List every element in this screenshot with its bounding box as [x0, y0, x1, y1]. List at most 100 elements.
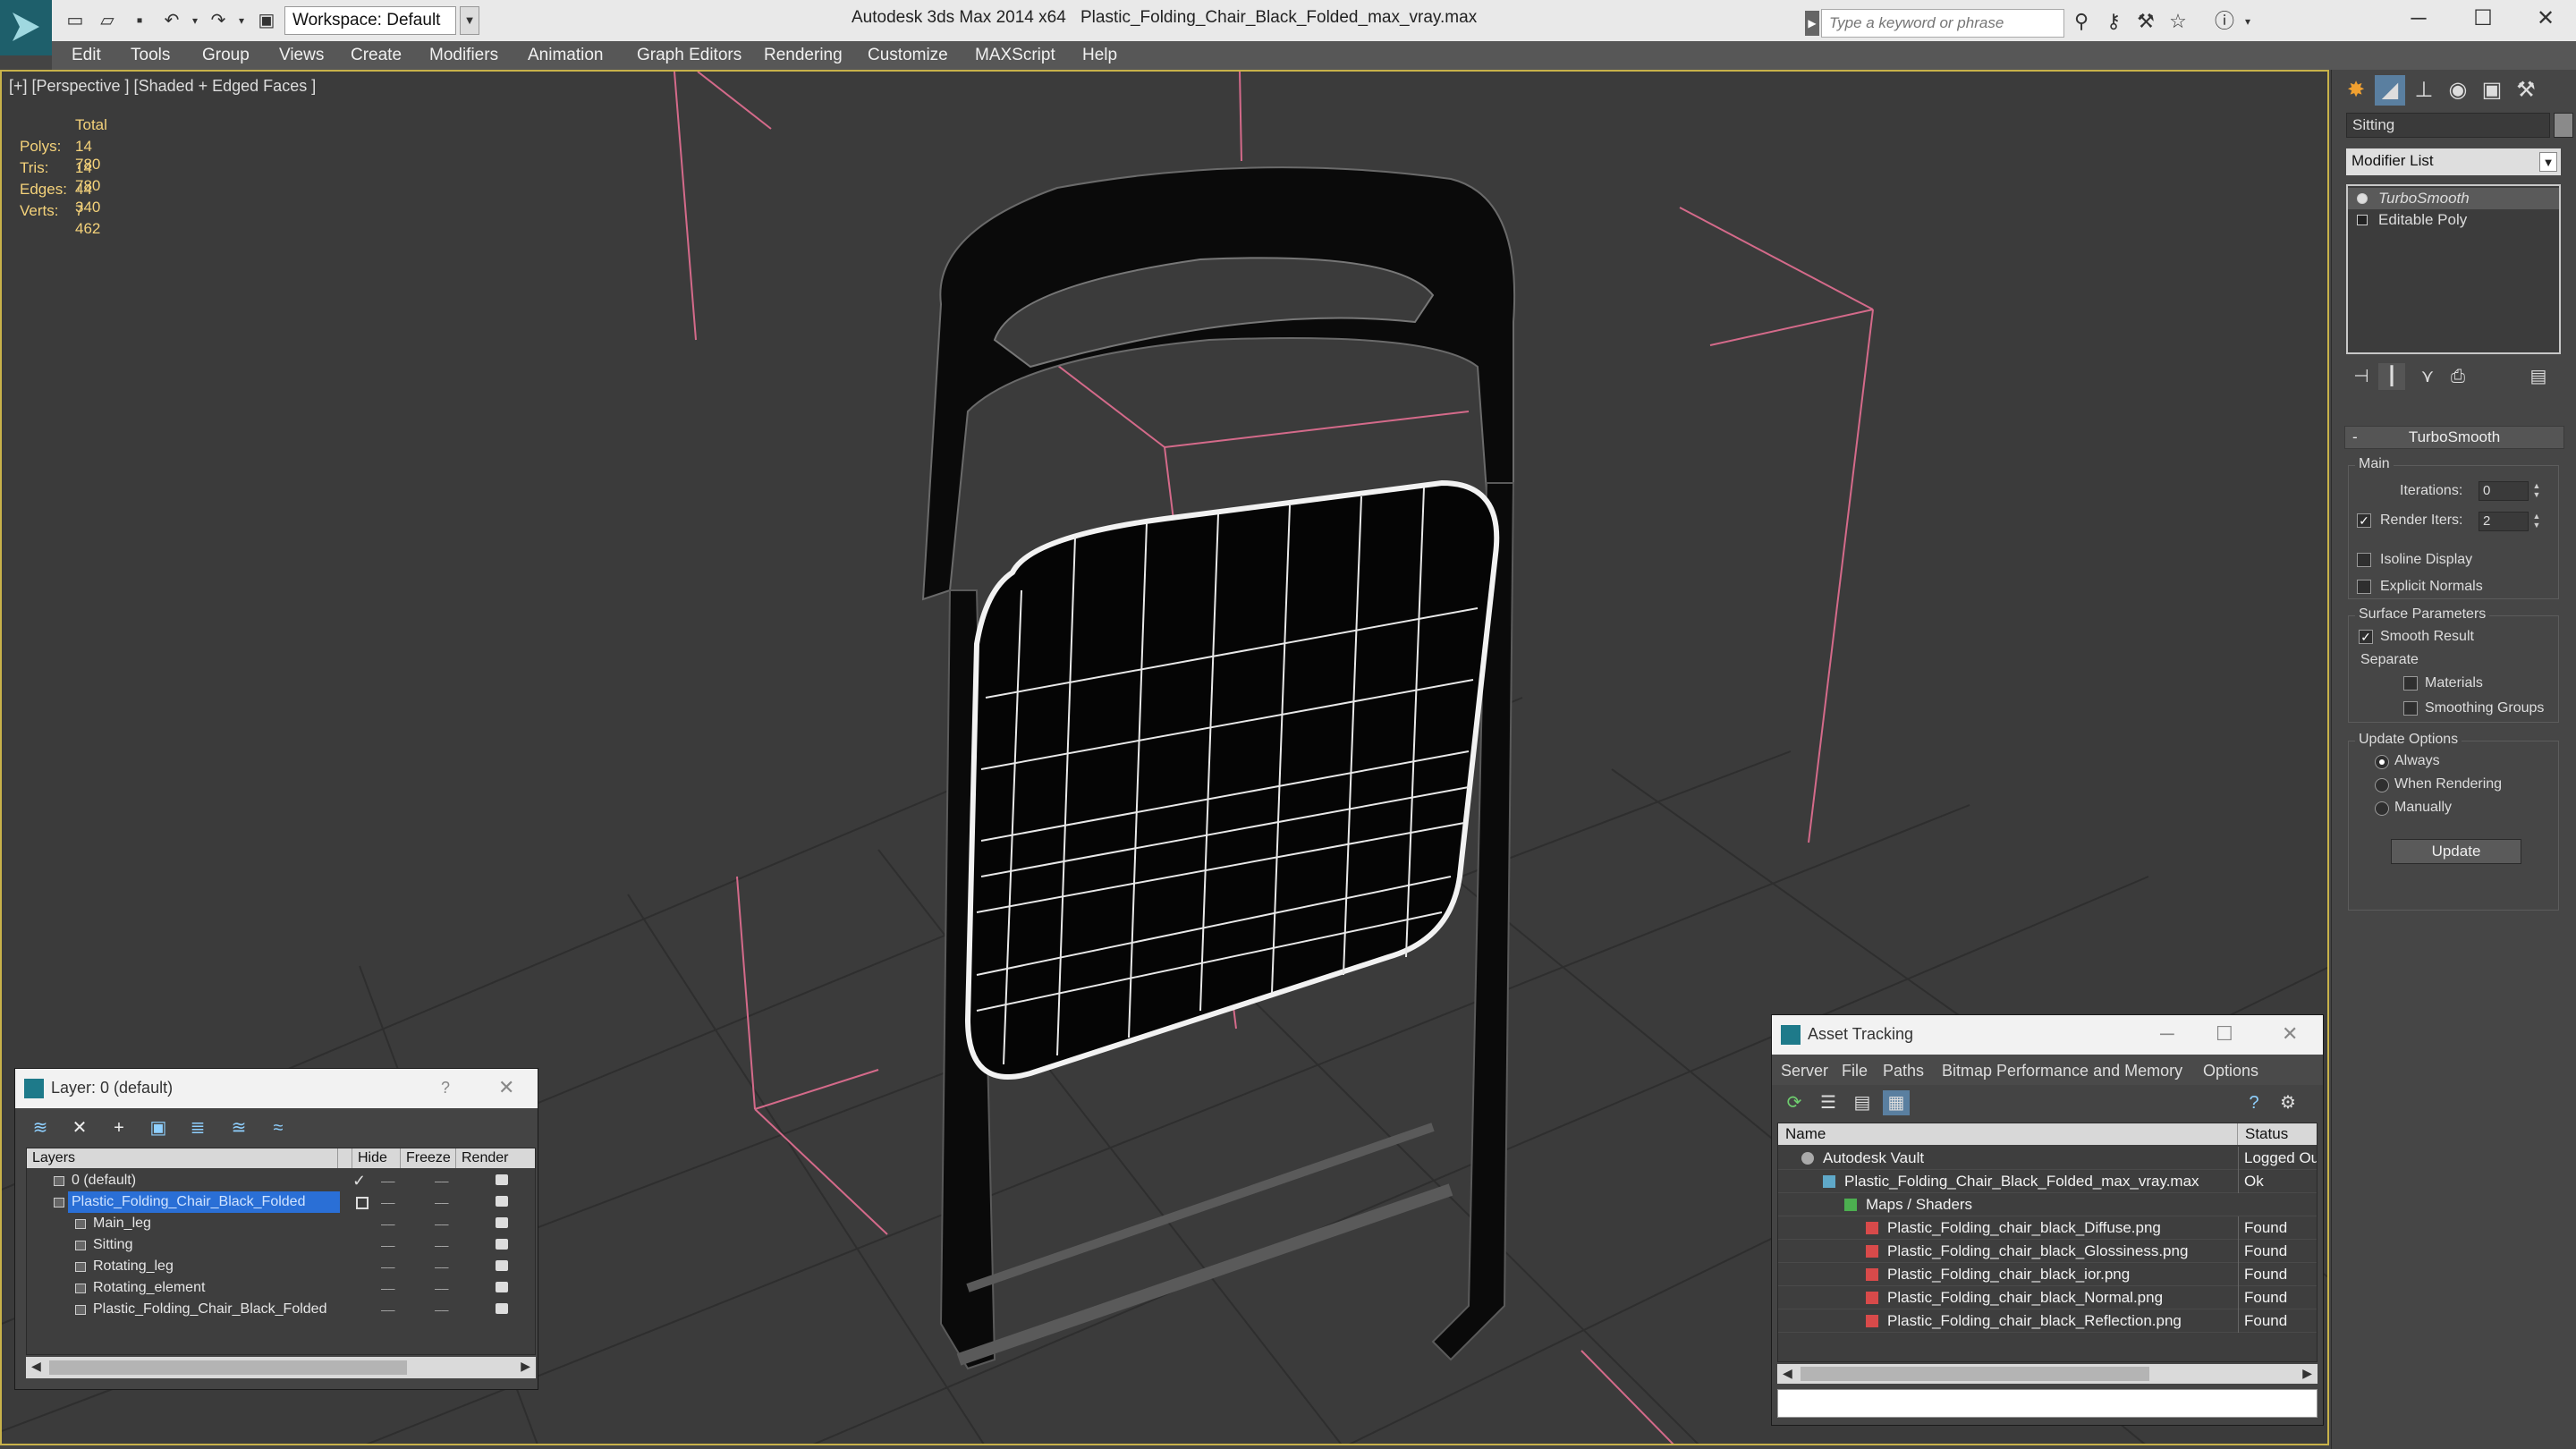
menu-modifiers[interactable]: Modifiers: [429, 46, 498, 65]
hide-toggle[interactable]: ‒‒: [381, 1191, 395, 1213]
hide-toggle[interactable]: ‒‒: [381, 1299, 395, 1320]
close-icon[interactable]: ✕: [2513, 0, 2576, 39]
configure-sets-icon[interactable]: ▤: [2525, 363, 2552, 390]
menu-views[interactable]: Views: [279, 46, 324, 65]
object-color-swatch[interactable]: [2554, 113, 2573, 138]
menu-maxscript[interactable]: MAXScript: [975, 46, 1055, 65]
lightbulb-icon[interactable]: [2357, 193, 2368, 204]
layer-row[interactable]: Rotating_leg ‒‒ ‒‒: [27, 1256, 535, 1277]
chevron-down-icon[interactable]: ▼: [2539, 152, 2557, 172]
save-icon[interactable]: ▪: [129, 11, 150, 30]
chevron-down-icon[interactable]: ▼: [460, 6, 479, 35]
close-icon[interactable]: ✕: [2282, 1022, 2298, 1046]
freeze-toggle[interactable]: ‒‒: [435, 1191, 449, 1213]
menu-customize[interactable]: Customize: [868, 46, 948, 65]
asset-row[interactable]: Maps / Shaders: [1778, 1193, 2317, 1216]
hide-toggle[interactable]: ‒‒: [381, 1234, 395, 1256]
hierarchy-tab-icon[interactable]: ⊥: [2409, 75, 2439, 106]
asset-row[interactable]: Plastic_Folding_chair_black_Diffuse.png …: [1778, 1216, 2317, 1240]
dialog-titlebar[interactable]: Asset Tracking ─ ☐ ✕: [1772, 1015, 2323, 1055]
asset-row[interactable]: Plastic_Folding_chair_black_Normal.png F…: [1778, 1286, 2317, 1309]
select-objects-icon[interactable]: ▣: [146, 1115, 171, 1140]
update-always-radio[interactable]: [2375, 755, 2389, 769]
freeze-toggle[interactable]: ‒‒: [435, 1299, 449, 1320]
freeze-toggle[interactable]: ‒‒: [435, 1213, 449, 1234]
render-teapot-icon[interactable]: [496, 1260, 508, 1271]
close-icon[interactable]: ✕: [498, 1076, 514, 1099]
column-header-render[interactable]: Render: [456, 1148, 535, 1168]
update-manually-radio[interactable]: [2375, 801, 2389, 816]
detail-view-icon[interactable]: ▤: [1849, 1090, 1876, 1115]
menu-help[interactable]: Help: [1082, 46, 1117, 65]
undo-dropdown-icon[interactable]: ▾: [184, 11, 206, 30]
search-input[interactable]: [1821, 9, 2064, 38]
hide-all-icon[interactable]: ≊: [226, 1115, 251, 1140]
menu-server[interactable]: Server: [1781, 1062, 1828, 1080]
spinner-arrows-icon[interactable]: ▲ ▼: [2530, 481, 2543, 501]
scroll-left-icon[interactable]: ◀: [31, 1359, 41, 1374]
dialog-titlebar[interactable]: Layer: 0 (default) ? ✕: [15, 1069, 538, 1108]
isoline-checkbox[interactable]: [2357, 553, 2371, 567]
render-teapot-icon[interactable]: [496, 1282, 508, 1292]
column-header-freeze[interactable]: Freeze: [401, 1148, 456, 1168]
help-icon[interactable]: ?: [441, 1079, 450, 1097]
undo-icon[interactable]: ↶: [161, 11, 182, 30]
render-teapot-icon[interactable]: [496, 1303, 508, 1314]
asset-row[interactable]: Plastic_Folding_chair_black_Glossiness.p…: [1778, 1240, 2317, 1263]
open-file-icon[interactable]: ▱: [97, 11, 118, 30]
menu-options[interactable]: Options: [2203, 1062, 2258, 1080]
column-header-status[interactable]: Status: [2238, 1123, 2317, 1145]
render-teapot-icon[interactable]: [496, 1217, 508, 1228]
hide-toggle[interactable]: ‒‒: [381, 1170, 395, 1191]
create-layer-icon[interactable]: ≋: [28, 1115, 53, 1140]
redo-icon[interactable]: ↷: [208, 11, 229, 30]
menu-tools[interactable]: Tools: [131, 46, 170, 65]
update-when-rendering-radio[interactable]: [2375, 778, 2389, 792]
menu-bitmap-performance[interactable]: Bitmap Performance and Memory: [1942, 1062, 2182, 1080]
layer-row[interactable]: Rotating_element ‒‒ ‒‒: [27, 1277, 535, 1299]
column-header-layers[interactable]: Layers: [27, 1148, 338, 1168]
new-file-icon[interactable]: ▭: [64, 11, 86, 30]
asset-row[interactable]: Autodesk Vault Logged Ou: [1778, 1147, 2317, 1170]
remove-modifier-icon[interactable]: ⎙: [2445, 363, 2471, 390]
scroll-left-icon[interactable]: ◀: [1783, 1366, 1792, 1381]
freeze-toggle[interactable]: ‒‒: [435, 1256, 449, 1277]
column-header-name[interactable]: Name: [1778, 1123, 2238, 1145]
list-view-icon[interactable]: ☰: [1815, 1090, 1842, 1115]
iterations-spinner[interactable]: 0: [2479, 481, 2529, 501]
display-tab-icon[interactable]: ▣: [2477, 75, 2507, 106]
render-iters-spinner[interactable]: 2: [2479, 512, 2529, 531]
layer-row[interactable]: 0 (default) ✓ ‒‒ ‒‒: [27, 1170, 535, 1191]
show-end-result-icon[interactable]: ┃: [2378, 363, 2405, 390]
current-layer-check-icon[interactable]: ✓: [352, 1170, 366, 1191]
asset-row[interactable]: Plastic_Folding_Chair_Black_Folded_max_v…: [1778, 1170, 2317, 1193]
viewport-label[interactable]: [+] [Perspective ] [Shaded + Edged Faces…: [9, 77, 316, 96]
utilities-tab-icon[interactable]: ⚒: [2511, 75, 2541, 106]
freeze-toggle[interactable]: ‒‒: [435, 1234, 449, 1256]
menu-edit[interactable]: Edit: [72, 46, 101, 65]
create-tab-icon[interactable]: ✸: [2341, 75, 2371, 106]
minimize-icon[interactable]: ─: [2386, 0, 2451, 39]
hide-toggle[interactable]: ‒‒: [381, 1213, 395, 1234]
project-folder-icon[interactable]: ▣: [256, 11, 277, 30]
layer-row[interactable]: Main_leg ‒‒ ‒‒: [27, 1213, 535, 1234]
redo-dropdown-icon[interactable]: ▾: [231, 11, 252, 30]
scroll-right-icon[interactable]: ▶: [2302, 1366, 2312, 1381]
render-iters-checkbox[interactable]: ✓: [2357, 513, 2371, 528]
materials-checkbox[interactable]: [2403, 676, 2418, 691]
layer-row[interactable]: Sitting ‒‒ ‒‒: [27, 1234, 535, 1256]
smooth-result-checkbox[interactable]: ✓: [2359, 630, 2373, 644]
table-view-icon[interactable]: ▦: [1883, 1090, 1910, 1115]
settings-icon[interactable]: ⚙: [2275, 1090, 2301, 1115]
maximize-icon[interactable]: ☐: [2451, 0, 2515, 39]
column-header-hide[interactable]: Hide: [352, 1148, 401, 1168]
layer-row[interactable]: Plastic_Folding_Chair_Black_Folded ‒‒ ‒‒: [27, 1191, 535, 1213]
render-teapot-icon[interactable]: [496, 1239, 508, 1250]
minimize-icon[interactable]: ─: [2160, 1022, 2174, 1046]
menu-rendering[interactable]: Rendering: [764, 46, 843, 65]
scrollbar-thumb[interactable]: [49, 1360, 407, 1375]
highlight-layer-icon[interactable]: ≣: [185, 1115, 210, 1140]
app-menu-button[interactable]: [0, 0, 52, 55]
scrollbar-thumb[interactable]: [1801, 1367, 2149, 1381]
menu-file[interactable]: File: [1842, 1062, 1868, 1080]
